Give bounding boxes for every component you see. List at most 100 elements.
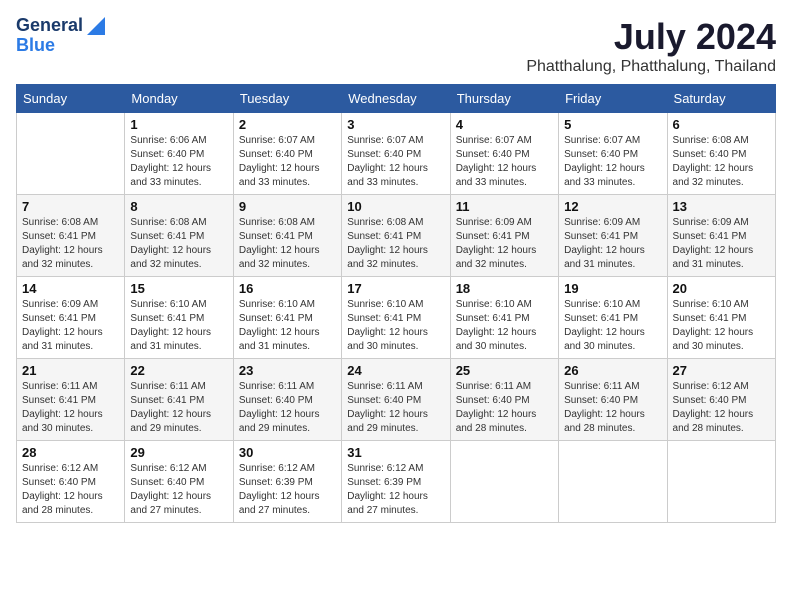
weekday-header-saturday: Saturday: [667, 85, 775, 113]
day-number: 19: [564, 281, 661, 296]
day-number: 10: [347, 199, 444, 214]
logo: General Blue: [16, 16, 105, 56]
day-info: Sunrise: 6:11 AM Sunset: 6:40 PM Dayligh…: [347, 380, 444, 436]
calendar-cell: 30 Sunrise: 6:12 AM Sunset: 6:39 PM Dayli…: [233, 441, 341, 523]
calendar-cell: 19Sunrise: 6:10 AM Sunset: 6:41 PM Dayli…: [559, 277, 667, 359]
weekday-header-tuesday: Tuesday: [233, 85, 341, 113]
calendar-cell: 28 Sunrise: 6:12 AM Sunset: 6:40 PM Dayli…: [17, 441, 125, 523]
calendar-cell: 1Sunrise: 6:06 AM Sunset: 6:40 PM Daylig…: [125, 113, 233, 195]
calendar-cell: 16 Sunrise: 6:10 AM Sunset: 6:41 PM Dayli…: [233, 277, 341, 359]
day-number: 18: [456, 281, 553, 296]
logo-blue: Blue: [16, 36, 55, 56]
day-number: 23: [239, 363, 336, 378]
day-info: Sunrise: 6:08 AM Sunset: 6:41 PM Dayligh…: [239, 216, 336, 272]
weekday-header-row: SundayMondayTuesdayWednesdayThursdayFrid…: [17, 85, 776, 113]
weekday-header-sunday: Sunday: [17, 85, 125, 113]
calendar-cell: 14 Sunrise: 6:09 AM Sunset: 6:41 PM Dayli…: [17, 277, 125, 359]
day-info: Sunrise: 6:08 AM Sunset: 6:40 PM Dayligh…: [673, 134, 770, 190]
day-info: Sunrise: 6:09 AM Sunset: 6:41 PM Dayligh…: [456, 216, 553, 272]
day-info: Sunrise: 6:12 AM Sunset: 6:40 PM Dayligh…: [22, 462, 119, 518]
day-number: 3: [347, 117, 444, 132]
day-info: Sunrise: 6:10 AM Sunset: 6:41 PM Dayligh…: [456, 298, 553, 354]
day-number: 25: [456, 363, 553, 378]
calendar-cell: 31 Sunrise: 6:12 AM Sunset: 6:39 PM Dayli…: [342, 441, 450, 523]
day-number: 1: [130, 117, 227, 132]
calendar-cell: 26Sunrise: 6:11 AM Sunset: 6:40 PM Dayli…: [559, 359, 667, 441]
day-number: 30: [239, 445, 336, 460]
calendar-cell: 2 Sunrise: 6:07 AM Sunset: 6:40 PM Daylig…: [233, 113, 341, 195]
day-info: Sunrise: 6:07 AM Sunset: 6:40 PM Dayligh…: [456, 134, 553, 190]
day-info: Sunrise: 6:10 AM Sunset: 6:41 PM Dayligh…: [239, 298, 336, 354]
day-info: Sunrise: 6:12 AM Sunset: 6:40 PM Dayligh…: [673, 380, 770, 436]
calendar-cell: [17, 113, 125, 195]
calendar-cell: 6 Sunrise: 6:08 AM Sunset: 6:40 PM Daylig…: [667, 113, 775, 195]
weekday-header-friday: Friday: [559, 85, 667, 113]
calendar-cell: 4 Sunrise: 6:07 AM Sunset: 6:40 PM Daylig…: [450, 113, 558, 195]
day-info: Sunrise: 6:07 AM Sunset: 6:40 PM Dayligh…: [239, 134, 336, 190]
day-info: Sunrise: 6:11 AM Sunset: 6:41 PM Dayligh…: [130, 380, 227, 436]
calendar-cell: 8Sunrise: 6:08 AM Sunset: 6:41 PM Daylig…: [125, 195, 233, 277]
day-info: Sunrise: 6:12 AM Sunset: 6:39 PM Dayligh…: [347, 462, 444, 518]
calendar-cell: 9 Sunrise: 6:08 AM Sunset: 6:41 PM Daylig…: [233, 195, 341, 277]
day-number: 28: [22, 445, 119, 460]
day-number: 2: [239, 117, 336, 132]
day-number: 9: [239, 199, 336, 214]
month-title: July 2024: [526, 16, 776, 58]
day-number: 24: [347, 363, 444, 378]
calendar-cell: 5 Sunrise: 6:07 AM Sunset: 6:40 PM Daylig…: [559, 113, 667, 195]
day-number: 31: [347, 445, 444, 460]
calendar-cell: 11 Sunrise: 6:09 AM Sunset: 6:41 PM Dayli…: [450, 195, 558, 277]
calendar-cell: 17 Sunrise: 6:10 AM Sunset: 6:41 PM Dayli…: [342, 277, 450, 359]
day-info: Sunrise: 6:07 AM Sunset: 6:40 PM Dayligh…: [347, 134, 444, 190]
day-number: 22: [130, 363, 227, 378]
calendar-week-4: 21 Sunrise: 6:11 AM Sunset: 6:41 PM Dayli…: [17, 359, 776, 441]
day-info: Sunrise: 6:11 AM Sunset: 6:40 PM Dayligh…: [239, 380, 336, 436]
weekday-header-wednesday: Wednesday: [342, 85, 450, 113]
day-number: 15: [130, 281, 227, 296]
day-number: 16: [239, 281, 336, 296]
calendar-cell: 13Sunrise: 6:09 AM Sunset: 6:41 PM Dayli…: [667, 195, 775, 277]
day-number: 11: [456, 199, 553, 214]
calendar-cell: 27Sunrise: 6:12 AM Sunset: 6:40 PM Dayli…: [667, 359, 775, 441]
page-header: General Blue July 2024 Phatthalung, Phat…: [16, 16, 776, 76]
day-info: Sunrise: 6:07 AM Sunset: 6:40 PM Dayligh…: [564, 134, 661, 190]
day-number: 5: [564, 117, 661, 132]
logo-icon: [87, 17, 105, 35]
calendar-cell: 22 Sunrise: 6:11 AM Sunset: 6:41 PM Dayli…: [125, 359, 233, 441]
day-number: 12: [564, 199, 661, 214]
calendar-cell: 23 Sunrise: 6:11 AM Sunset: 6:40 PM Dayli…: [233, 359, 341, 441]
day-number: 4: [456, 117, 553, 132]
day-info: Sunrise: 6:12 AM Sunset: 6:39 PM Dayligh…: [239, 462, 336, 518]
calendar-cell: 29Sunrise: 6:12 AM Sunset: 6:40 PM Dayli…: [125, 441, 233, 523]
location-title: Phatthalung, Phatthalung, Thailand: [526, 58, 776, 76]
calendar-cell: [667, 441, 775, 523]
logo-general: General: [16, 16, 83, 36]
calendar-cell: [559, 441, 667, 523]
day-number: 13: [673, 199, 770, 214]
day-info: Sunrise: 6:09 AM Sunset: 6:41 PM Dayligh…: [22, 298, 119, 354]
day-info: Sunrise: 6:11 AM Sunset: 6:40 PM Dayligh…: [564, 380, 661, 436]
day-number: 14: [22, 281, 119, 296]
day-number: 21: [22, 363, 119, 378]
calendar-week-3: 14 Sunrise: 6:09 AM Sunset: 6:41 PM Dayli…: [17, 277, 776, 359]
weekday-header-monday: Monday: [125, 85, 233, 113]
calendar-cell: 7Sunrise: 6:08 AM Sunset: 6:41 PM Daylig…: [17, 195, 125, 277]
calendar-cell: 10Sunrise: 6:08 AM Sunset: 6:41 PM Dayli…: [342, 195, 450, 277]
day-number: 8: [130, 199, 227, 214]
calendar-cell: 12Sunrise: 6:09 AM Sunset: 6:41 PM Dayli…: [559, 195, 667, 277]
calendar-week-1: 1Sunrise: 6:06 AM Sunset: 6:40 PM Daylig…: [17, 113, 776, 195]
calendar-cell: 24 Sunrise: 6:11 AM Sunset: 6:40 PM Dayli…: [342, 359, 450, 441]
calendar-cell: 18 Sunrise: 6:10 AM Sunset: 6:41 PM Dayli…: [450, 277, 558, 359]
day-info: Sunrise: 6:08 AM Sunset: 6:41 PM Dayligh…: [22, 216, 119, 272]
calendar-cell: 20Sunrise: 6:10 AM Sunset: 6:41 PM Dayli…: [667, 277, 775, 359]
day-number: 6: [673, 117, 770, 132]
calendar-cell: 25Sunrise: 6:11 AM Sunset: 6:40 PM Dayli…: [450, 359, 558, 441]
day-number: 20: [673, 281, 770, 296]
day-info: Sunrise: 6:12 AM Sunset: 6:40 PM Dayligh…: [130, 462, 227, 518]
calendar-cell: [450, 441, 558, 523]
calendar-table: SundayMondayTuesdayWednesdayThursdayFrid…: [16, 84, 776, 523]
calendar-cell: 15Sunrise: 6:10 AM Sunset: 6:41 PM Dayli…: [125, 277, 233, 359]
day-info: Sunrise: 6:10 AM Sunset: 6:41 PM Dayligh…: [347, 298, 444, 354]
calendar-week-5: 28 Sunrise: 6:12 AM Sunset: 6:40 PM Dayli…: [17, 441, 776, 523]
day-number: 17: [347, 281, 444, 296]
